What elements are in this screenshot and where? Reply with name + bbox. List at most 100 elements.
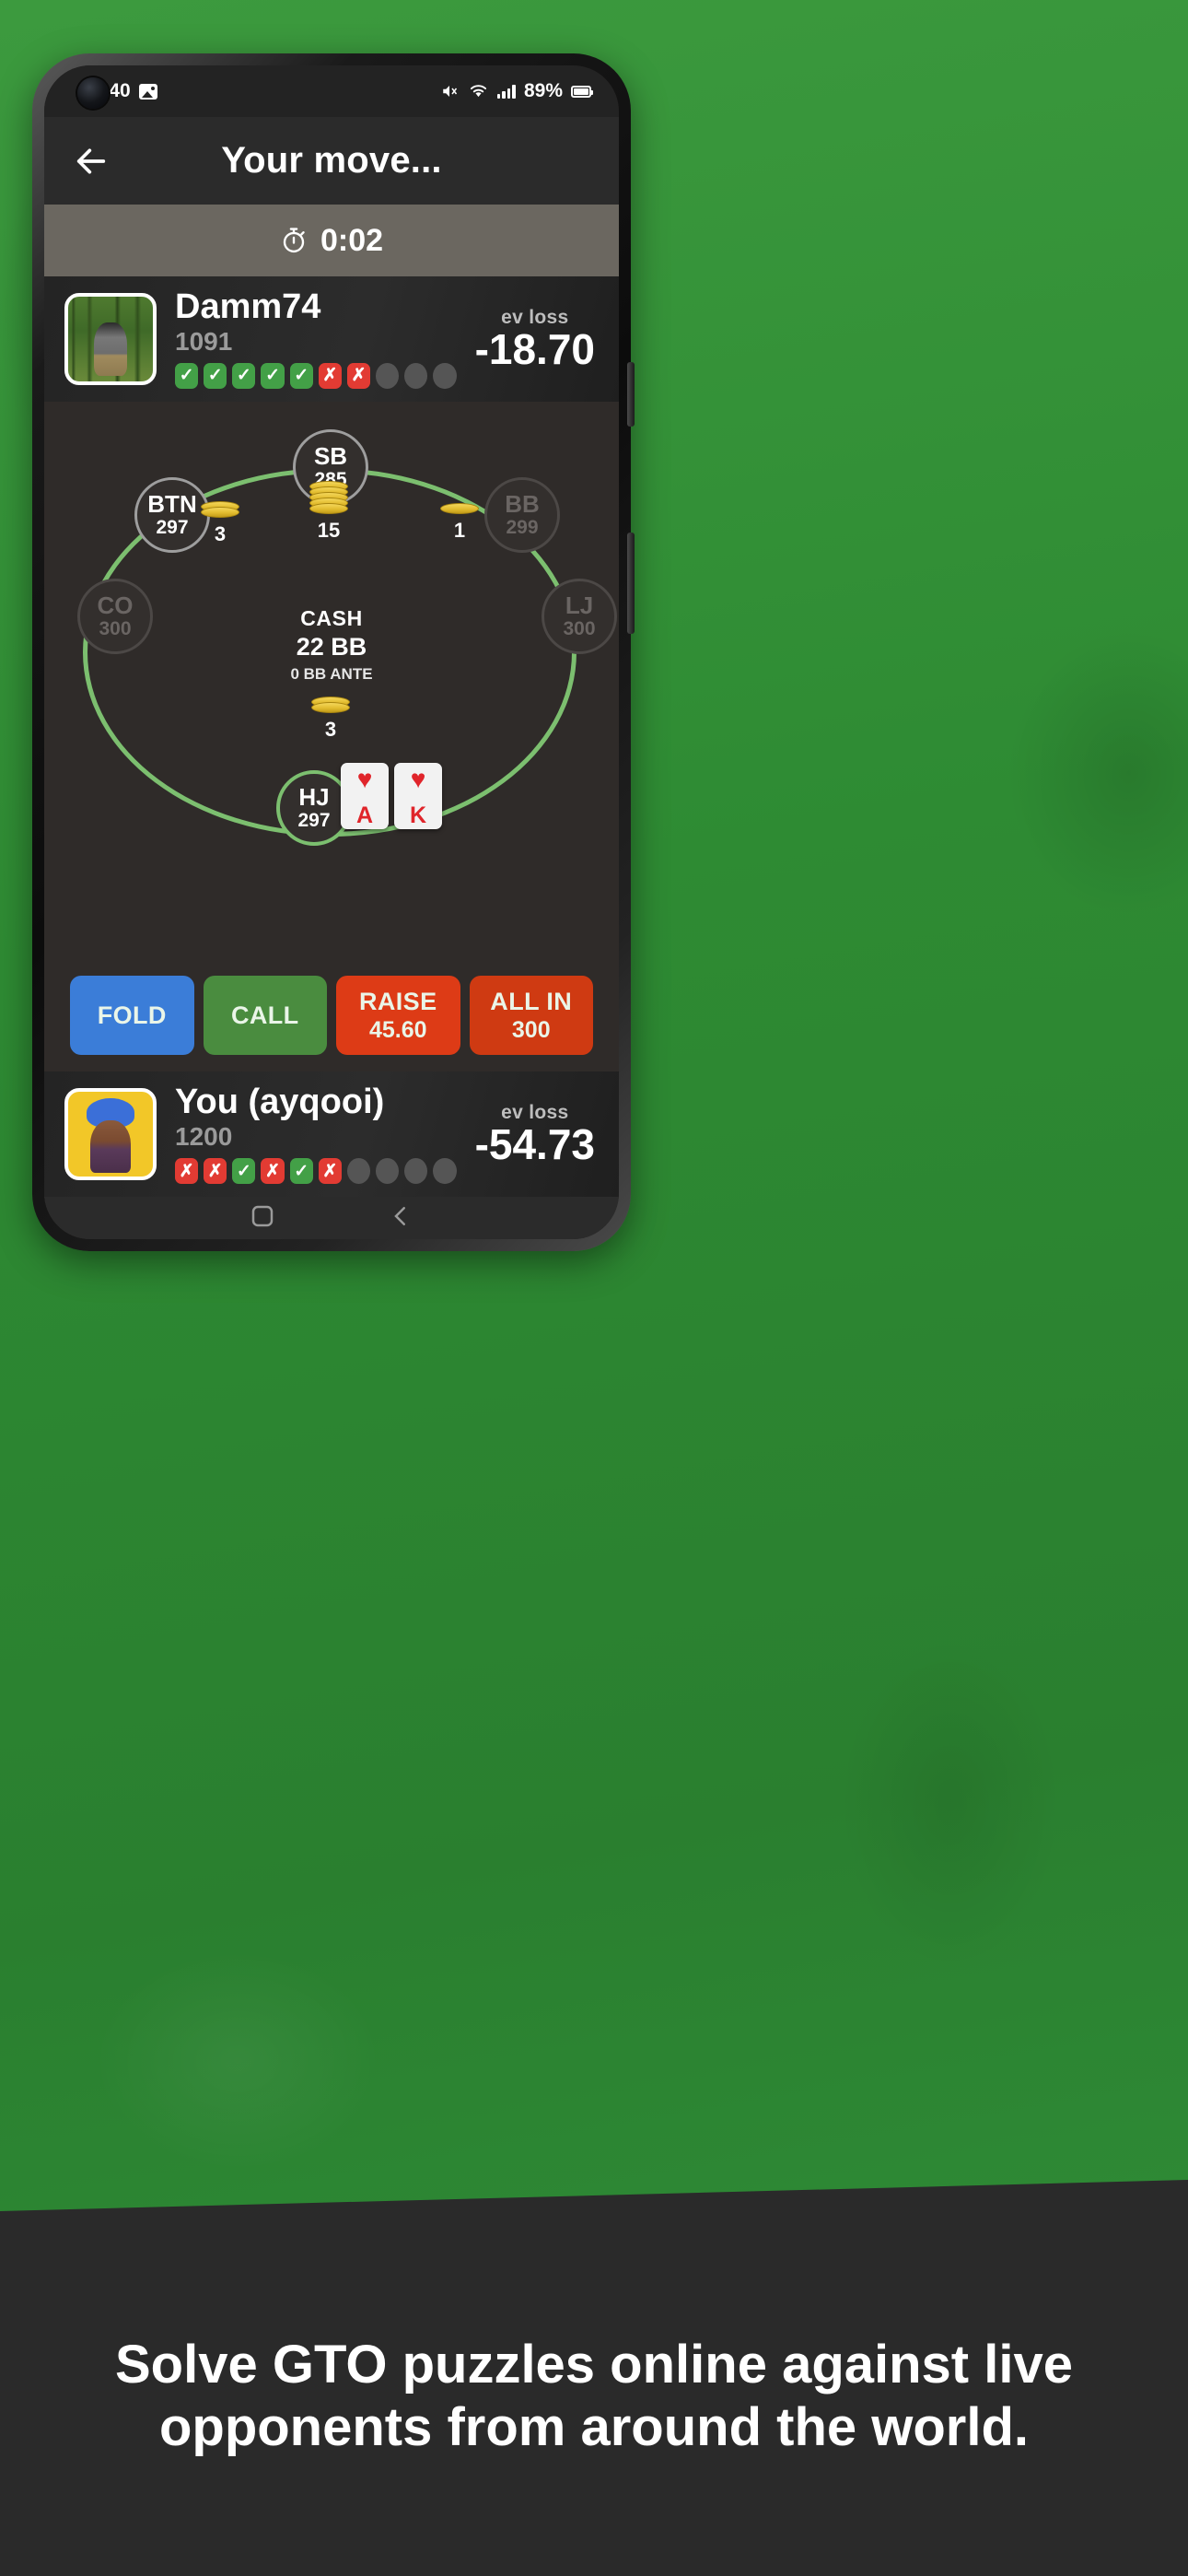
action-label: FOLD: [97, 1001, 167, 1029]
power-button[interactable]: [627, 362, 635, 427]
result-badge: ✗: [318, 1158, 342, 1184]
result-badge: ✗: [175, 1158, 199, 1184]
bet-amount: 1: [453, 518, 466, 542]
phone-screen: 10:40: [44, 65, 619, 1239]
hero-avatar[interactable]: [64, 1088, 157, 1181]
battery-percent-label: 89%: [523, 80, 563, 101]
game-type-label: CASH: [300, 605, 363, 630]
app-container: Your move... 0:02 Damm74 1091 ✓ ✓ ✓ ✓ ✓ …: [44, 117, 619, 1239]
action-amount: 300: [511, 1016, 551, 1043]
result-badge: ✓: [175, 362, 199, 389]
result-badge: ✗: [204, 1158, 227, 1184]
result-badge: ✓: [261, 362, 285, 389]
bet-amount: 3: [324, 717, 337, 741]
seat-stack: 297: [297, 809, 331, 831]
timer-value: 0:02: [320, 222, 384, 258]
chip-stack: [440, 502, 479, 514]
action-amount: 45.60: [368, 1016, 427, 1043]
raise-button[interactable]: RAISE 45.60: [336, 976, 460, 1056]
promo-banner-text: Solve GTO puzzles online against live op…: [115, 2334, 1073, 2457]
signal-icon: [496, 84, 516, 99]
result-badge: ✗: [261, 1158, 285, 1184]
result-badge: [433, 1158, 457, 1184]
hero-ev: ev loss -54.73: [475, 1102, 599, 1166]
system-nav-bar: [44, 1197, 619, 1239]
result-badge: ✓: [289, 362, 313, 389]
blinds-label: 22 BB: [296, 632, 367, 661]
promo-banner: Solve GTO puzzles online against live op…: [0, 2180, 1188, 2576]
timer-bar: 0:02: [44, 205, 619, 276]
card-suit: ♥: [356, 764, 373, 793]
ante-label: 0 BB ANTE: [290, 664, 373, 683]
action-label: RAISE: [358, 987, 437, 1015]
action-buttons: FOLD CALL RAISE 45.60 ALL IN 300: [44, 963, 619, 1072]
call-button[interactable]: CALL: [203, 976, 327, 1056]
action-label: CALL: [230, 1001, 299, 1029]
seat-position: SB: [313, 442, 348, 471]
opponent-name: Damm74: [175, 287, 321, 326]
chip-stack: [309, 480, 348, 514]
bet-amount: 3: [214, 521, 227, 545]
fold-button[interactable]: FOLD: [70, 976, 194, 1056]
seat-position: BB: [505, 490, 540, 519]
result-badge: ✓: [232, 362, 256, 389]
status-bar-right: 89%: [439, 80, 593, 102]
card-suit: ♥: [410, 764, 426, 793]
mute-icon: [439, 83, 460, 100]
hero-results: ✗ ✗ ✓ ✗ ✓ ✗: [175, 1158, 457, 1184]
opponent-info: Damm74 1091 ✓ ✓ ✓ ✓ ✓ ✗ ✗: [175, 287, 457, 389]
hole-card: ♥ K: [394, 762, 442, 829]
opponent-results: ✓ ✓ ✓ ✓ ✓ ✗ ✗: [175, 362, 457, 389]
screenshot-root: 10:40: [0, 0, 1188, 2576]
result-badge: ✗: [346, 362, 371, 389]
wifi-icon: [468, 81, 489, 102]
app-bar: Your move...: [44, 117, 619, 205]
page-title: Your move...: [221, 140, 442, 181]
status-bar: 10:40: [44, 65, 619, 117]
hero-stack: 1200: [175, 1122, 233, 1151]
result-badge: ✓: [232, 1158, 256, 1184]
back-nav-icon[interactable]: [387, 1202, 414, 1235]
volume-button[interactable]: [627, 533, 635, 634]
back-arrow-icon[interactable]: [66, 136, 116, 186]
hero-panel[interactable]: You (ayqooi) 1200 ✗ ✗ ✓ ✗ ✓ ✗ ev loss -5…: [44, 1071, 619, 1197]
action-label: ALL IN: [490, 987, 573, 1015]
bet-chips-bb: 1: [440, 502, 479, 543]
opponent-panel[interactable]: Damm74 1091 ✓ ✓ ✓ ✓ ✓ ✗ ✗ ev loss -18.70: [44, 276, 619, 402]
poker-table: SB 285 BTN 297 BB 299 CO 300 LJ 300 HJ 2…: [44, 401, 619, 964]
card-rank: A: [355, 802, 374, 828]
result-badge: [376, 362, 400, 389]
battery-icon: [571, 85, 593, 98]
result-badge: ✓: [204, 362, 227, 389]
stopwatch-icon: [280, 227, 308, 254]
result-badge: [376, 1158, 400, 1184]
hero-ev-value: -54.73: [474, 1119, 595, 1168]
bet-amount: 15: [317, 518, 341, 542]
opponent-ev-value: -18.70: [474, 324, 595, 373]
result-badge: ✗: [318, 362, 342, 389]
hole-cards: ♥ A ♥ K: [341, 762, 442, 829]
bet-chips-btn: 3: [201, 500, 239, 546]
opponent-avatar[interactable]: [64, 292, 157, 385]
all-in-button[interactable]: ALL IN 300: [469, 976, 593, 1056]
opponent-ev: ev loss -18.70: [475, 307, 599, 371]
result-badge: [404, 362, 428, 389]
phone-frame: 10:40: [32, 53, 635, 1251]
seat-position: HJ: [298, 783, 330, 812]
seat-position: BTN: [147, 490, 197, 519]
result-badge: ✓: [289, 1158, 313, 1184]
seat-stack: 299: [506, 516, 539, 538]
camera-punch-hole: [77, 77, 109, 109]
seat-bb[interactable]: BB 299: [484, 476, 560, 553]
result-badge: [346, 1158, 371, 1184]
bet-chips-hero: 3: [311, 696, 350, 742]
hero-info: You (ayqooi) 1200 ✗ ✗ ✓ ✗ ✓ ✗: [175, 1083, 457, 1184]
result-badge: [433, 362, 457, 389]
bet-chips-pot: 15: [309, 480, 348, 543]
image-icon: [138, 83, 157, 100]
seat-btn[interactable]: BTN 297: [134, 476, 210, 553]
home-icon[interactable]: [249, 1202, 276, 1235]
chip-stack: [311, 696, 350, 713]
seat-stack: 297: [156, 516, 189, 538]
hero-name: You (ayqooi): [175, 1083, 385, 1122]
